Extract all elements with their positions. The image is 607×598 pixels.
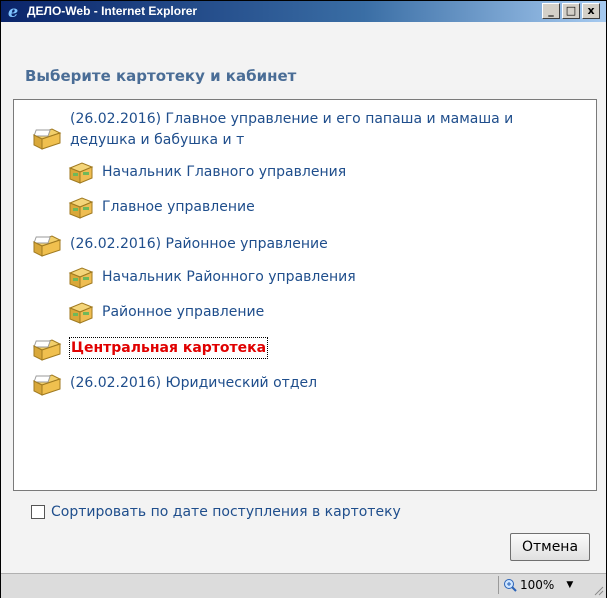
title-bar: e ДЕЛО-Web - Internet Explorer _ □ x: [1, 1, 606, 22]
list-item-label: (26.02.2016) Районное управление: [70, 236, 328, 252]
status-divider: [498, 576, 499, 594]
resize-grip-icon[interactable]: [592, 584, 604, 596]
cabinet-icon: [68, 302, 94, 324]
cancel-button[interactable]: Отмена: [510, 533, 590, 561]
zoom-icon: [504, 579, 517, 592]
cardfile-icon: [32, 235, 62, 257]
list-item-label: Главное управление: [102, 199, 255, 215]
close-button[interactable]: x: [582, 3, 600, 19]
cardfile-list[interactable]: (26.02.2016) Главное управление и его па…: [13, 99, 597, 491]
list-item-label: Районное управление: [102, 304, 265, 320]
zoom-level: 100%: [520, 578, 555, 592]
window-title: ДЕЛО-Web - Internet Explorer: [27, 4, 198, 18]
status-bar: 100% ▼: [1, 573, 606, 598]
list-item-label: Центральная картотека: [68, 337, 269, 359]
list-item-label-line2: дедушка и бабушка и т: [70, 132, 245, 148]
window-controls: _ □ x: [540, 3, 600, 19]
cabinet-icon: [68, 162, 94, 184]
cabinet-icon: [68, 267, 94, 289]
sort-by-date-option[interactable]: Сортировать по дате поступления в картот…: [31, 504, 401, 520]
sort-by-date-checkbox[interactable]: [31, 505, 45, 519]
maximize-button[interactable]: □: [562, 3, 580, 19]
ie-window: e ДЕЛО-Web - Internet Explorer _ □ x Выб…: [0, 0, 607, 598]
list-item-label-line1: (26.02.2016) Главное управление и его па…: [70, 111, 514, 127]
list-item-label: Начальник Районного управления: [102, 269, 356, 285]
zoom-control[interactable]: 100% ▼: [503, 577, 573, 593]
cabinet-icon: [68, 197, 94, 219]
cardfile-icon: [32, 339, 62, 361]
svg-text:e: e: [8, 3, 18, 19]
cardfile-icon: [32, 128, 62, 150]
sort-by-date-label: Сортировать по дате поступления в картот…: [51, 504, 401, 520]
cardfile-icon: [32, 374, 62, 396]
minimize-button[interactable]: _: [542, 3, 560, 19]
list-item-label: (26.02.2016) Юридический отдел: [70, 375, 318, 391]
list-item-label: Начальник Главного управления: [102, 164, 347, 180]
dialog-title: Выберите картотеку и кабинет: [25, 67, 297, 85]
internet-explorer-icon: e: [8, 3, 18, 19]
zoom-dropdown-arrow-icon[interactable]: ▼: [566, 580, 573, 590]
